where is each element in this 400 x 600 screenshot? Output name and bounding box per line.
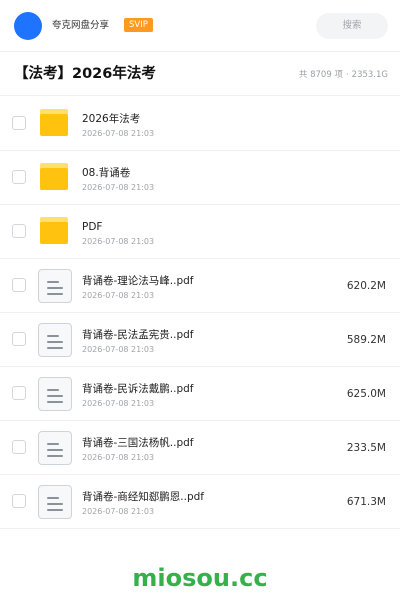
item-date: 2026-07-08 21:03 — [82, 129, 155, 138]
item-count: 共 8709 项 — [298, 70, 343, 80]
item-date: 2026-07-08 21:03 — [82, 345, 155, 354]
top-bar: 夸克网盘分享 SVIP 搜索 — [0, 0, 400, 52]
row-checkbox[interactable] — [12, 224, 26, 238]
item-name: PDF — [82, 221, 103, 233]
item-date: 2026-07-08 21:03 — [82, 183, 155, 192]
row-checkbox[interactable] — [12, 386, 26, 400]
svip-badge: SVIP — [124, 18, 153, 32]
document-icon — [38, 269, 72, 303]
item-size: 625.0M — [346, 388, 386, 400]
user-name: 夸克网盘分享 — [52, 20, 110, 31]
folder-icon — [38, 107, 72, 141]
avatar[interactable] — [14, 12, 42, 40]
item-date: 2026-07-08 21:03 — [82, 507, 155, 516]
folder-row[interactable]: 08.背诵卷 2026-07-08 21:03 — [0, 151, 400, 205]
item-name: 背诵卷-民法孟宪贵..pdf — [82, 329, 194, 341]
row-checkbox[interactable] — [12, 440, 26, 454]
row-checkbox[interactable] — [12, 116, 26, 130]
item-size: 233.5M — [346, 442, 386, 454]
watermark: miosou.cc — [132, 564, 268, 592]
item-name: 背诵卷-民诉法戴鹏..pdf — [82, 383, 194, 395]
file-list: 2026年法考 2026-07-08 21:03 08.背诵卷 2026-07-08 … — [0, 97, 400, 529]
page-title: 【法考】2026年法考 — [14, 66, 156, 82]
separator-dot: · — [345, 70, 349, 80]
document-icon — [38, 431, 72, 465]
item-name: 背诵卷-三国法杨帆..pdf — [82, 437, 194, 449]
item-date: 2026-07-08 21:03 — [82, 291, 155, 300]
folder-icon — [38, 215, 72, 249]
file-row[interactable]: 背诵卷-商经知郄鹏恩..pdf 2026-07-08 21:03 671.3M — [0, 475, 400, 529]
folder-summary: 共 8709 项 · 2353.1G — [299, 69, 388, 81]
item-date: 2026-07-08 21:03 — [82, 237, 155, 246]
item-name: 08.背诵卷 — [82, 167, 131, 179]
folder-icon — [38, 161, 72, 195]
document-icon — [38, 377, 72, 411]
document-icon — [38, 485, 72, 519]
file-row[interactable]: 背诵卷-理论法马峰..pdf 2026-07-08 21:03 620.2M — [0, 259, 400, 313]
item-date: 2026-07-08 21:03 — [82, 399, 155, 408]
folder-row[interactable]: 2026年法考 2026-07-08 21:03 — [0, 97, 400, 151]
row-checkbox[interactable] — [12, 170, 26, 184]
file-row[interactable]: 背诵卷-三国法杨帆..pdf 2026-07-08 21:03 233.5M — [0, 421, 400, 475]
file-row[interactable]: 背诵卷-民法孟宪贵..pdf 2026-07-08 21:03 589.2M — [0, 313, 400, 367]
document-icon — [38, 323, 72, 357]
item-name: 背诵卷-理论法马峰..pdf — [82, 275, 194, 287]
item-size: 671.3M — [346, 496, 386, 508]
folder-row[interactable]: PDF 2026-07-08 21:03 — [0, 205, 400, 259]
total-size: 2353.1G — [351, 70, 388, 80]
search-button[interactable]: 搜索 — [316, 13, 388, 39]
item-size: 589.2M — [346, 334, 386, 346]
item-name: 2026年法考 — [82, 113, 141, 125]
item-name: 背诵卷-商经知郄鹏恩..pdf — [82, 491, 204, 503]
file-row[interactable]: 背诵卷-民诉法戴鹏..pdf 2026-07-08 21:03 625.0M — [0, 367, 400, 421]
row-checkbox[interactable] — [12, 332, 26, 346]
folder-header: 【法考】2026年法考 共 8709 项 · 2353.1G — [0, 52, 400, 96]
row-checkbox[interactable] — [12, 494, 26, 508]
item-date: 2026-07-08 21:03 — [82, 453, 155, 462]
item-size: 620.2M — [346, 280, 386, 292]
row-checkbox[interactable] — [12, 278, 26, 292]
